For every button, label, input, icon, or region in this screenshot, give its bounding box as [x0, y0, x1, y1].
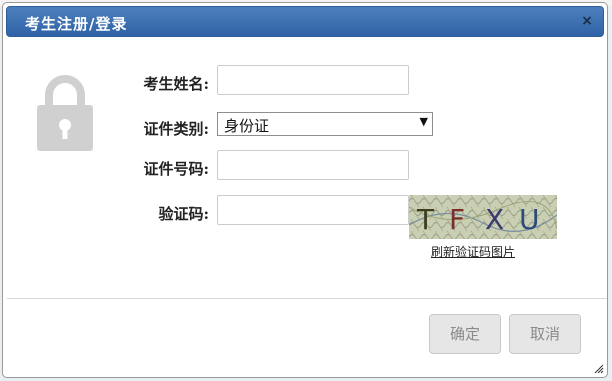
- id-type-selected: 身份证: [224, 117, 270, 135]
- captcha-char: F: [449, 203, 465, 236]
- captcha-char: U: [519, 203, 540, 236]
- chevron-down-icon: ▼: [419, 115, 428, 128]
- name-label: 考生姓名:: [143, 75, 209, 93]
- resize-handle-icon[interactable]: [594, 364, 604, 374]
- register-login-dialog: 考生注册/登录 × 考生姓名: 证件类别: 身份证 ▼ 证件号码: 验证码: T: [2, 2, 608, 378]
- close-icon[interactable]: ×: [579, 13, 595, 29]
- captcha-image: T F X U: [409, 195, 557, 239]
- confirm-button[interactable]: 确定: [429, 314, 501, 354]
- captcha-input[interactable]: [217, 195, 409, 225]
- captcha-char: T: [416, 203, 435, 236]
- id-number-label: 证件号码:: [143, 160, 209, 178]
- lock-icon: [37, 75, 93, 151]
- footer-divider: [7, 298, 607, 299]
- cancel-button[interactable]: 取消: [509, 314, 581, 354]
- id-type-label: 证件类别:: [143, 120, 209, 138]
- id-number-input[interactable]: [217, 150, 409, 180]
- captcha-refresh-link[interactable]: 刷新验证码图片: [431, 243, 515, 260]
- captcha-char: X: [485, 203, 504, 236]
- name-input[interactable]: [217, 65, 409, 95]
- dialog-title: 考生注册/登录: [25, 15, 128, 33]
- dialog-titlebar[interactable]: 考生注册/登录 ×: [6, 6, 604, 37]
- captcha-label: 验证码:: [158, 205, 209, 223]
- id-type-select[interactable]: 身份证 ▼: [217, 112, 433, 136]
